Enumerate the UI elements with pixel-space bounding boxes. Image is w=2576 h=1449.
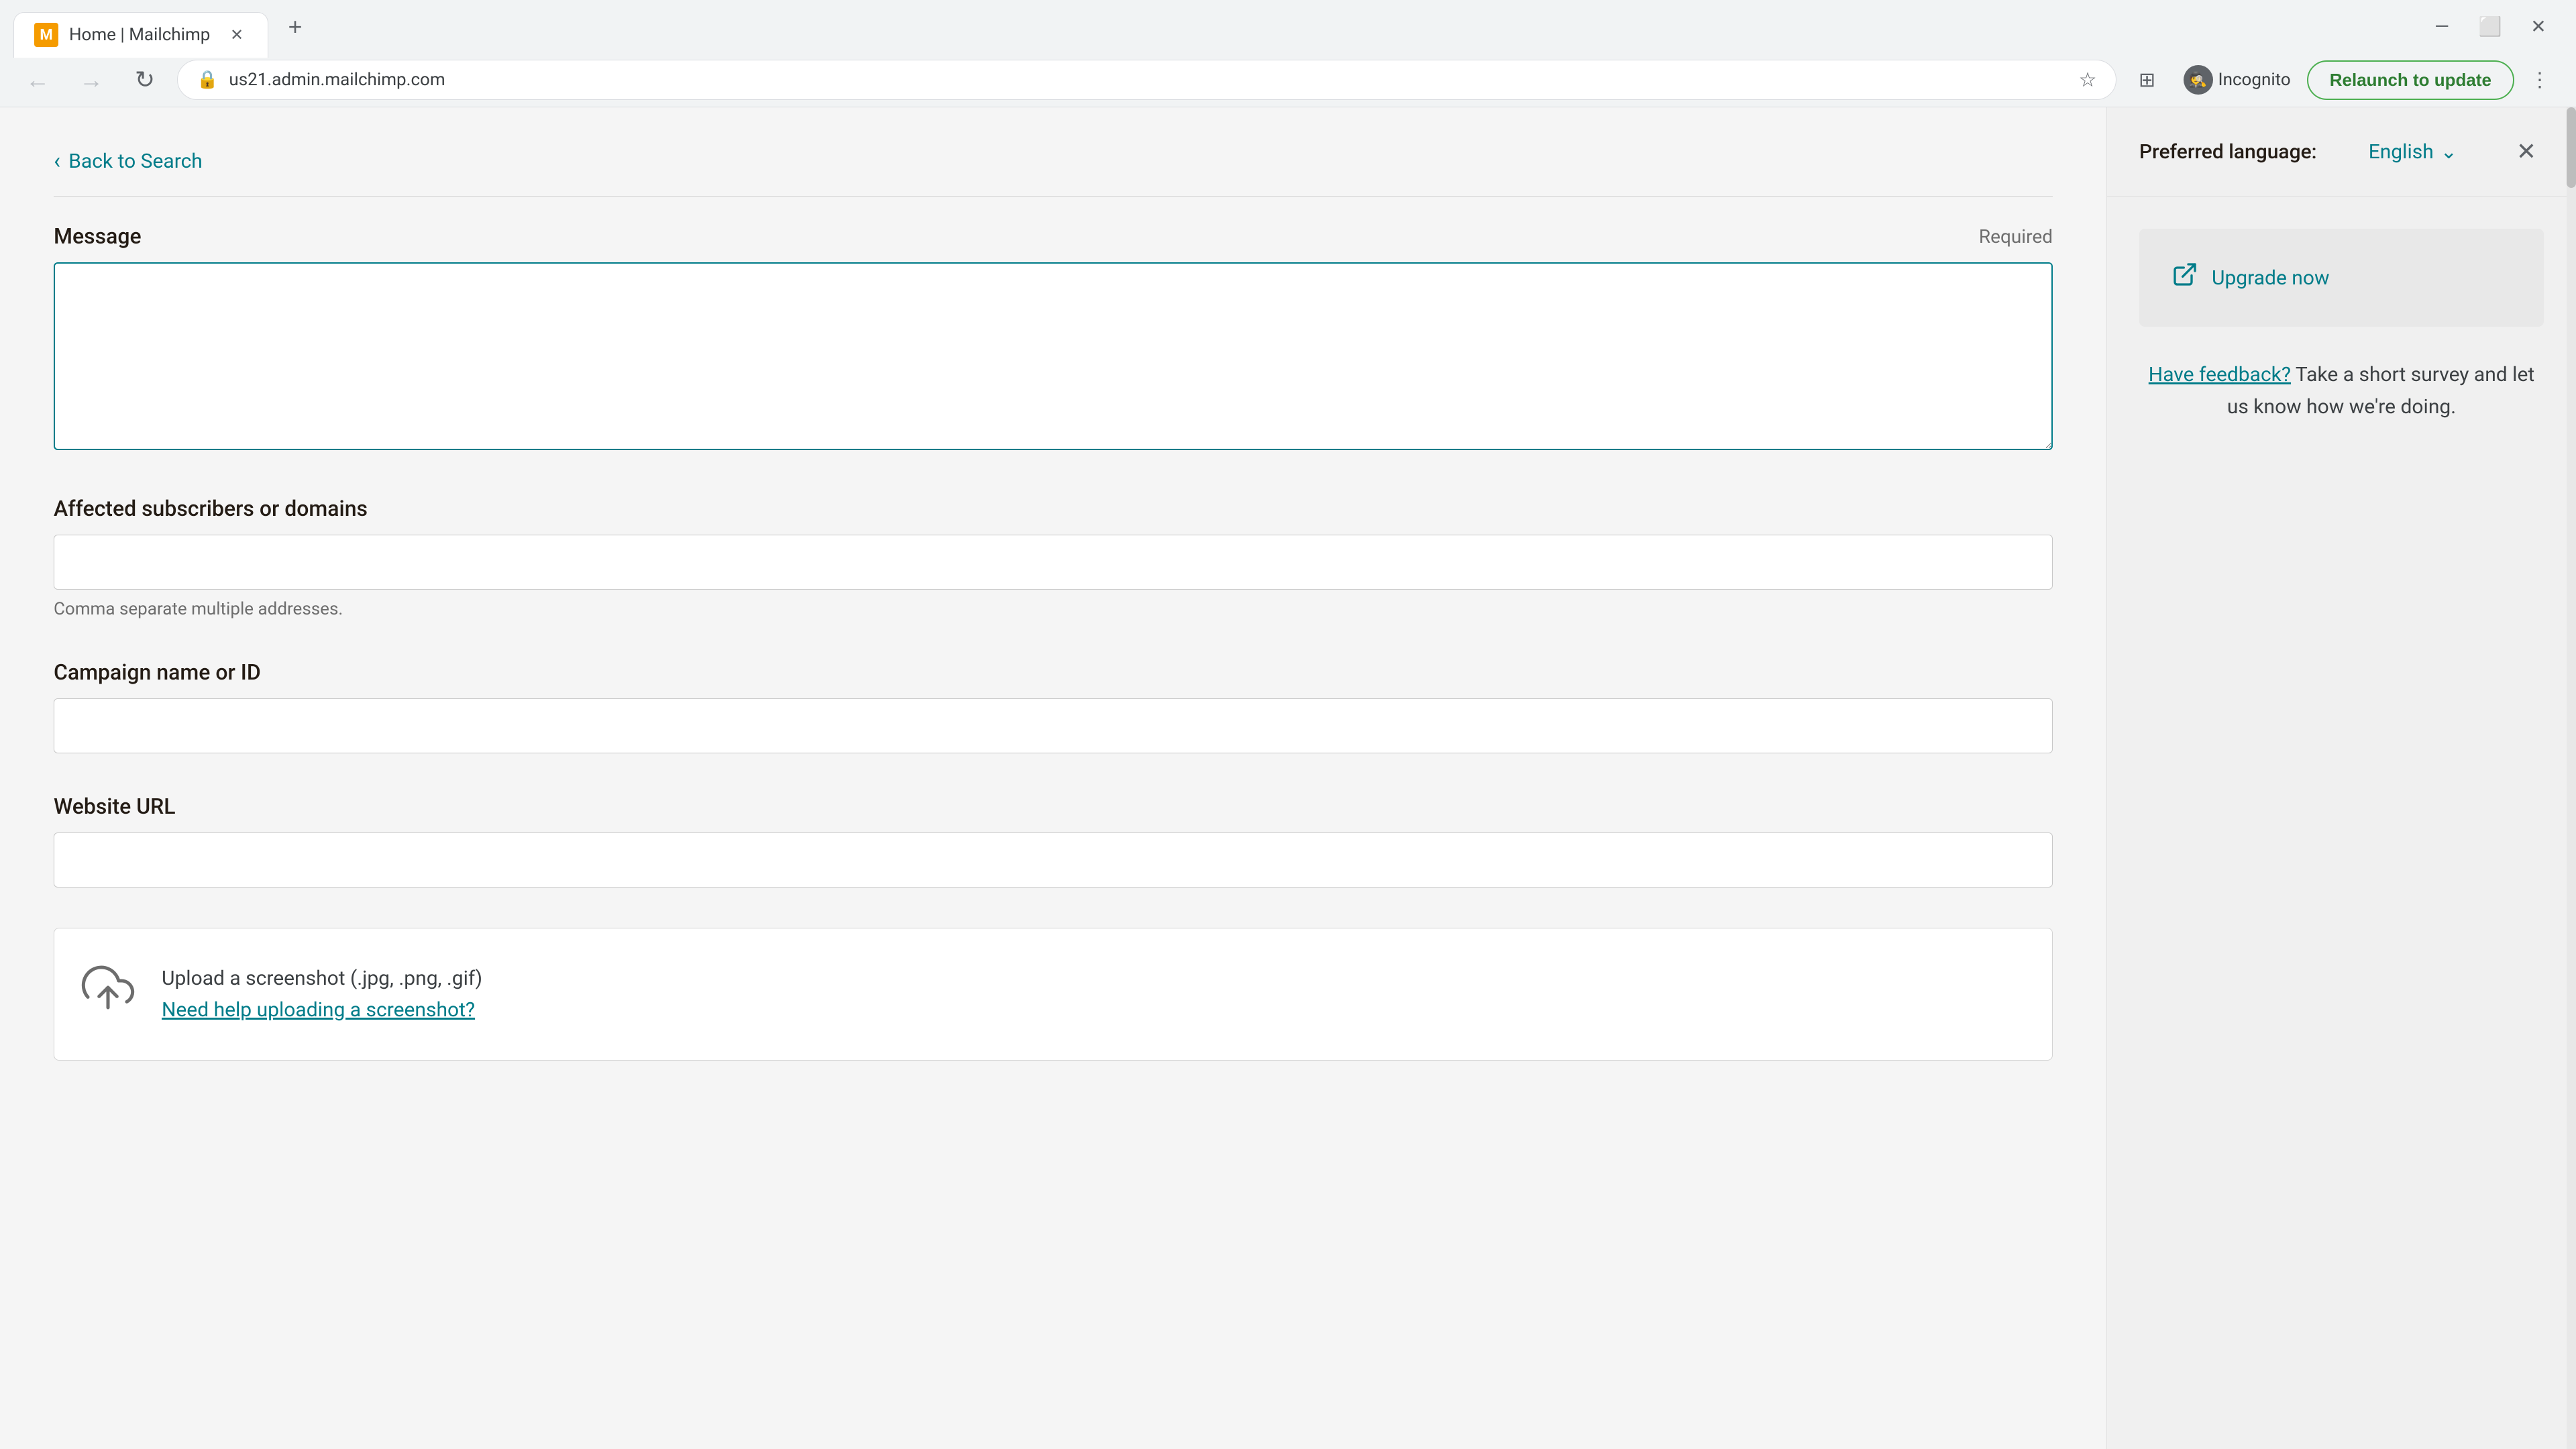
active-tab[interactable]: M Home | Mailchimp ✕ <box>13 12 268 58</box>
language-value: English <box>2369 140 2434 164</box>
subscribers-input[interactable] <box>54 535 2053 590</box>
close-panel-button[interactable]: ✕ <box>2509 134 2544 169</box>
subscribers-label-row: Affected subscribers or domains <box>54 496 2053 521</box>
upgrade-now-link[interactable]: Upgrade now <box>2212 266 2330 290</box>
upload-help-link[interactable]: Need help uploading a screenshot? <box>162 998 482 1022</box>
url-bar[interactable]: 🔒 us21.admin.mailchimp.com ☆ <box>177 60 2116 100</box>
browser-actions: ⊞ 🕵 Incognito Relaunch to update ⋮ <box>2127 60 2560 100</box>
campaign-label: Campaign name or ID <box>54 659 261 685</box>
back-arrow-icon: ‹ <box>54 148 60 174</box>
address-bar: ← → ↻ 🔒 us21.admin.mailchimp.com ☆ ⊞ 🕵 I… <box>0 54 2576 107</box>
language-dropdown[interactable]: English ⌄ <box>2369 140 2457 164</box>
website-section: Website URL <box>54 794 2053 888</box>
main-area: ‹ Back to Search Message Required Affect… <box>0 107 2106 1449</box>
lock-icon: 🔒 <box>197 70 218 90</box>
tab-favicon: M <box>34 23 58 47</box>
upgrade-card: Upgrade now <box>2139 229 2544 327</box>
subscribers-hint: Comma separate multiple addresses. <box>54 599 2053 619</box>
feedback-link[interactable]: Have feedback? <box>2149 363 2291 386</box>
back-to-search-label: Back to Search <box>68 150 203 173</box>
right-panel: Preferred language: English ⌄ ✕ Upgrade … <box>2106 107 2576 1449</box>
message-label: Message <box>54 223 142 249</box>
feedback-section: Have feedback? Take a short survey and l… <box>2107 359 2576 423</box>
scrollbar[interactable] <box>2567 107 2576 1449</box>
url-text: us21.admin.mailchimp.com <box>229 70 2068 90</box>
minimize-button[interactable]: — <box>2418 3 2466 51</box>
campaign-label-row: Campaign name or ID <box>54 659 2053 685</box>
tab-title: Home | Mailchimp <box>69 25 215 45</box>
refresh-button[interactable]: ↻ <box>123 58 166 101</box>
relaunch-button[interactable]: Relaunch to update <box>2307 60 2514 100</box>
website-label: Website URL <box>54 794 176 819</box>
back-to-search-link[interactable]: ‹ Back to Search <box>54 148 2053 197</box>
page-content: ‹ Back to Search Message Required Affect… <box>0 107 2576 1449</box>
website-input[interactable] <box>54 833 2053 888</box>
campaign-input[interactable] <box>54 698 2053 753</box>
message-section: Message Required <box>54 223 2053 455</box>
language-bar: Preferred language: English ⌄ ✕ <box>2107 107 2576 197</box>
close-window-button[interactable]: ✕ <box>2514 3 2563 51</box>
tab-bar: M Home | Mailchimp ✕ + — ⬜ ✕ <box>0 0 2576 54</box>
restore-button[interactable]: ⬜ <box>2466 3 2514 51</box>
message-label-row: Message Required <box>54 223 2053 249</box>
campaign-section: Campaign name or ID <box>54 659 2053 753</box>
incognito-label: Incognito <box>2218 70 2291 90</box>
scrollbar-thumb[interactable] <box>2567 107 2576 188</box>
window-controls: — ⬜ ✕ <box>2418 3 2563 51</box>
upload-icon <box>81 961 135 1028</box>
upload-area[interactable]: Upload a screenshot (.jpg, .png, .gif) N… <box>54 928 2053 1061</box>
browser-chrome: M Home | Mailchimp ✕ + — ⬜ ✕ ← → ↻ 🔒 us2… <box>0 0 2576 107</box>
chevron-down-icon: ⌄ <box>2440 140 2457 164</box>
subscribers-label: Affected subscribers or domains <box>54 496 368 521</box>
forward-button[interactable]: → <box>70 58 113 101</box>
new-tab-button[interactable]: + <box>275 7 315 47</box>
subscribers-section: Affected subscribers or domains Comma se… <box>54 496 2053 619</box>
required-badge: Required <box>1979 225 2053 248</box>
upload-title: Upload a screenshot (.jpg, .png, .gif) <box>162 967 482 990</box>
browser-menu-button[interactable]: ⋮ <box>2520 60 2560 100</box>
bookmark-icon[interactable]: ☆ <box>2079 68 2097 92</box>
feedback-text: Have feedback? Take a short survey and l… <box>2139 359 2544 423</box>
message-textarea[interactable] <box>54 262 2053 450</box>
language-label: Preferred language: <box>2139 140 2317 164</box>
website-label-row: Website URL <box>54 794 2053 819</box>
upload-text-area: Upload a screenshot (.jpg, .png, .gif) N… <box>162 967 482 1022</box>
extensions-button[interactable]: ⊞ <box>2127 60 2167 100</box>
upgrade-icon <box>2171 261 2198 294</box>
back-button[interactable]: ← <box>16 58 59 101</box>
incognito-icon: 🕵 <box>2184 65 2213 95</box>
incognito-button[interactable]: 🕵 Incognito <box>2173 60 2302 100</box>
tab-close-button[interactable]: ✕ <box>226 24 248 46</box>
